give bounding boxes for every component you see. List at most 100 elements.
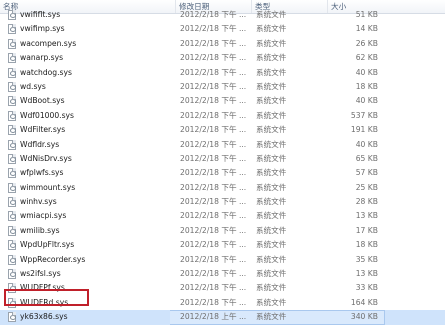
file-type: 系统文件 bbox=[256, 53, 287, 63]
file-modified-date: 2012/2/18 下午 ... bbox=[180, 10, 247, 19]
file-row[interactable]: wmiacpi.sys 2012/2/18 下午 ... 系统文件 13 KB bbox=[0, 209, 445, 223]
file-modified-date: 2012/2/18 下午 ... bbox=[180, 153, 247, 163]
file-size: 40 KB bbox=[355, 67, 378, 77]
file-type: 系统文件 bbox=[256, 254, 287, 264]
system-file-icon bbox=[8, 81, 16, 92]
file-row[interactable]: wmilib.sys 2012/2/18 下午 ... 系统文件 17 KB bbox=[0, 224, 445, 238]
file-list: vwififlt.sys 2012/2/18 下午 ... 系统文件 51 KB vwi… bbox=[0, 10, 445, 325]
file-name: WpdUpFltr.sys bbox=[20, 240, 75, 250]
file-modified-date: 2012/2/18 下午 ... bbox=[180, 182, 247, 192]
file-explorer-list: 名称 修改日期 类型 大小 vwififlt.sys 2012/2/18 下午 .… bbox=[0, 0, 445, 325]
file-size: 57 KB bbox=[355, 168, 378, 178]
file-row[interactable]: wfplwfs.sys 2012/2/18 下午 ... 系统文件 57 KB bbox=[0, 166, 445, 180]
file-row[interactable]: Wdf01000.sys 2012/2/18 下午 ... 系统文件 537 KB bbox=[0, 109, 445, 123]
file-type: 系统文件 bbox=[256, 153, 287, 163]
file-size: 62 KB bbox=[355, 53, 378, 63]
file-row[interactable]: ws2ifsl.sys 2012/2/18 下午 ... 系统文件 13 KB bbox=[0, 267, 445, 281]
file-name: winhv.sys bbox=[20, 197, 57, 207]
file-type: 系统文件 bbox=[256, 211, 287, 221]
file-size: 191 KB bbox=[350, 125, 378, 135]
file-row[interactable]: vwififlt.sys 2012/2/18 下午 ... 系统文件 51 KB bbox=[0, 8, 445, 22]
file-row[interactable]: wimmount.sys 2012/2/18 下午 ... 系统文件 25 KB bbox=[0, 181, 445, 195]
file-modified-date: 2012/2/18 下午 ... bbox=[180, 53, 247, 63]
file-modified-date: 2012/2/18 下午 ... bbox=[180, 125, 247, 135]
file-modified-date: 2012/2/18 下午 ... bbox=[180, 38, 247, 48]
file-modified-date: 2012/2/18 下午 ... bbox=[180, 81, 247, 91]
file-row[interactable]: wd.sys 2012/2/18 下午 ... 系统文件 18 KB bbox=[0, 80, 445, 94]
file-name: WdBoot.sys bbox=[20, 96, 65, 106]
file-size: 13 KB bbox=[355, 269, 378, 279]
system-file-icon bbox=[8, 139, 16, 150]
file-name: wd.sys bbox=[20, 81, 46, 91]
system-file-icon bbox=[8, 312, 16, 323]
file-size: 17 KB bbox=[355, 225, 378, 235]
file-modified-date: 2012/2/18 下午 ... bbox=[180, 254, 247, 264]
file-type: 系统文件 bbox=[256, 139, 287, 149]
file-name: WppRecorder.sys bbox=[20, 254, 86, 264]
file-row[interactable]: wanarp.sys 2012/2/18 下午 ... 系统文件 62 KB bbox=[0, 51, 445, 65]
file-size: 537 KB bbox=[350, 110, 378, 120]
file-row[interactable]: vwifimp.sys 2012/2/18 下午 ... 系统文件 14 KB bbox=[0, 22, 445, 36]
file-name: wanarp.sys bbox=[20, 53, 64, 63]
file-name: wimmount.sys bbox=[20, 182, 76, 192]
file-type: 系统文件 bbox=[256, 125, 287, 135]
file-row[interactable]: yk63x86.sys 2012/2/18 上午 ... 系统文件 340 KB bbox=[0, 310, 445, 325]
system-file-icon bbox=[8, 125, 16, 136]
file-modified-date: 2012/2/18 下午 ... bbox=[180, 110, 247, 120]
file-modified-date: 2012/2/18 下午 ... bbox=[180, 67, 247, 77]
file-type: 系统文件 bbox=[256, 10, 287, 19]
file-size: 18 KB bbox=[355, 81, 378, 91]
file-row[interactable]: WppRecorder.sys 2012/2/18 下午 ... 系统文件 35 KB bbox=[0, 253, 445, 267]
file-type: 系统文件 bbox=[256, 168, 287, 178]
file-name: yk63x86.sys bbox=[20, 312, 68, 322]
file-type: 系统文件 bbox=[256, 283, 287, 293]
file-size: 35 KB bbox=[355, 254, 378, 264]
file-name: Wdfldr.sys bbox=[20, 139, 60, 149]
file-size: 51 KB bbox=[355, 10, 378, 19]
system-file-icon bbox=[8, 269, 16, 280]
file-type: 系统文件 bbox=[256, 240, 287, 250]
file-type: 系统文件 bbox=[256, 197, 287, 207]
file-modified-date: 2012/2/18 下午 ... bbox=[180, 139, 247, 149]
file-size: 14 KB bbox=[355, 24, 378, 34]
system-file-icon bbox=[8, 110, 16, 121]
file-size: 65 KB bbox=[355, 153, 378, 163]
file-size: 25 KB bbox=[355, 182, 378, 192]
file-modified-date: 2012/2/18 下午 ... bbox=[180, 24, 247, 34]
file-name: vwififlt.sys bbox=[20, 10, 61, 19]
file-row[interactable]: WdFilter.sys 2012/2/18 下午 ... 系统文件 191 KB bbox=[0, 123, 445, 137]
file-size: 164 KB bbox=[350, 297, 378, 307]
system-file-icon bbox=[8, 211, 16, 222]
system-file-icon bbox=[8, 67, 16, 78]
file-size: 13 KB bbox=[355, 211, 378, 221]
file-row[interactable]: WdNisDrv.sys 2012/2/18 下午 ... 系统文件 65 KB bbox=[0, 152, 445, 166]
file-type: 系统文件 bbox=[256, 297, 287, 307]
file-size: 28 KB bbox=[355, 197, 378, 207]
file-size: 340 KB bbox=[350, 312, 378, 322]
file-row[interactable]: Wdfldr.sys 2012/2/18 下午 ... 系统文件 40 KB bbox=[0, 138, 445, 152]
file-name: wmilib.sys bbox=[20, 225, 60, 235]
file-type: 系统文件 bbox=[256, 96, 287, 106]
file-modified-date: 2012/2/18 下午 ... bbox=[180, 96, 247, 106]
file-modified-date: 2012/2/18 下午 ... bbox=[180, 269, 247, 279]
file-size: 26 KB bbox=[355, 38, 378, 48]
file-type: 系统文件 bbox=[256, 182, 287, 192]
file-row[interactable]: watchdog.sys 2012/2/18 下午 ... 系统文件 40 KB bbox=[0, 66, 445, 80]
system-file-icon bbox=[8, 225, 16, 236]
file-type: 系统文件 bbox=[256, 24, 287, 34]
file-row[interactable]: WpdUpFltr.sys 2012/2/18 下午 ... 系统文件 18 KB bbox=[0, 238, 445, 252]
file-modified-date: 2012/2/18 下午 ... bbox=[180, 197, 247, 207]
file-type: 系统文件 bbox=[256, 67, 287, 77]
file-size: 33 KB bbox=[355, 283, 378, 293]
file-type: 系统文件 bbox=[256, 312, 287, 322]
file-row[interactable]: winhv.sys 2012/2/18 下午 ... 系统文件 28 KB bbox=[0, 195, 445, 209]
file-row[interactable]: WdBoot.sys 2012/2/18 下午 ... 系统文件 40 KB bbox=[0, 94, 445, 108]
file-type: 系统文件 bbox=[256, 269, 287, 279]
file-modified-date: 2012/2/18 上午 ... bbox=[180, 312, 247, 322]
system-file-icon bbox=[8, 10, 16, 20]
file-modified-date: 2012/2/18 下午 ... bbox=[180, 240, 247, 250]
file-modified-date: 2012/2/18 下午 ... bbox=[180, 168, 247, 178]
file-size: 18 KB bbox=[355, 240, 378, 250]
file-row[interactable]: wacompen.sys 2012/2/18 下午 ... 系统文件 26 KB bbox=[0, 37, 445, 51]
file-type: 系统文件 bbox=[256, 110, 287, 120]
